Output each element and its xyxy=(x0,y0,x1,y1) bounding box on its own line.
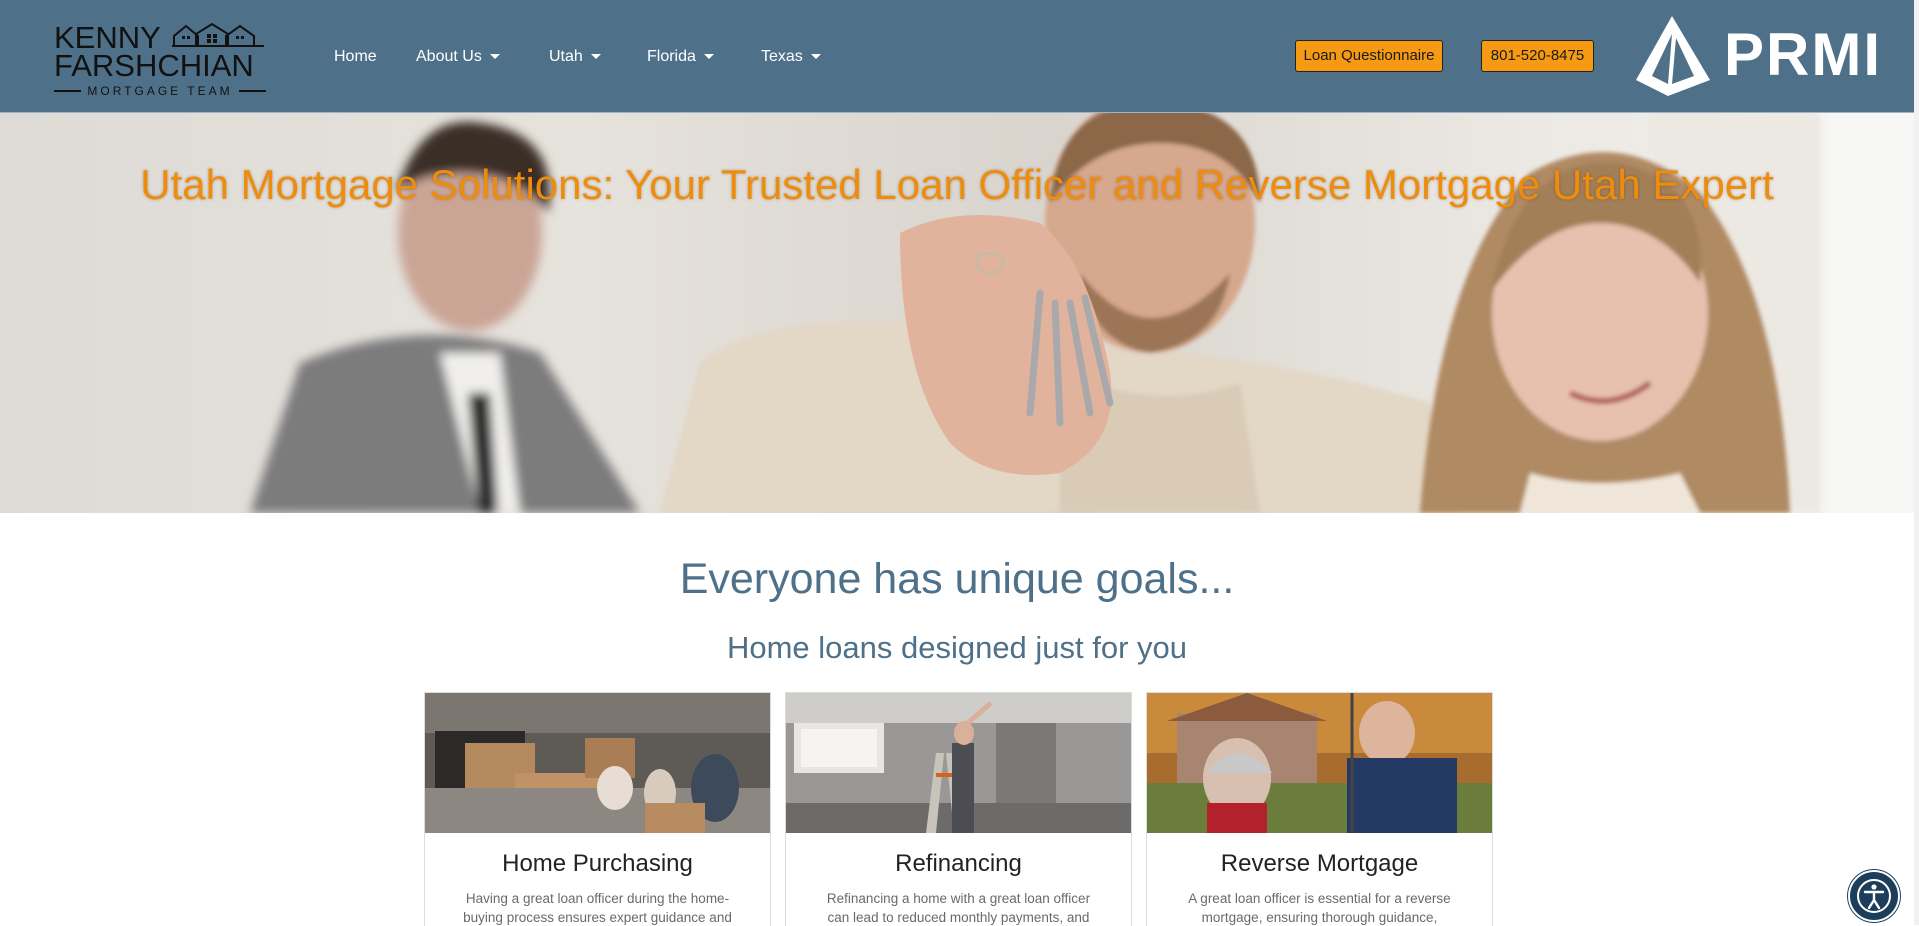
card-refinancing-title: Refinancing xyxy=(895,850,1022,877)
chevron-down-icon xyxy=(489,54,500,60)
home-purchasing-image xyxy=(425,693,770,833)
tagline-rule-right xyxy=(238,90,266,92)
hero-title: Utah Mortgage Solutions: Your Trusted Lo… xyxy=(140,161,1774,208)
goals-subheading: Home loans designed just for you xyxy=(726,630,1188,665)
refinancing-image xyxy=(786,693,1131,833)
kenny-farshchian-logo[interactable]: KENNY FARSHCHIAN MORTGAGE TEAM xyxy=(54,20,266,102)
card-reverse-mortgage[interactable]: Reverse Mortgage A great loan officer is… xyxy=(1146,692,1493,926)
hero-banner: Utah Mortgage Solutions: Your Trusted Lo… xyxy=(0,113,1919,513)
chevron-down-icon xyxy=(590,54,601,60)
logo-tagline: MORTGAGE TEAM xyxy=(54,84,266,98)
chevron-down-icon xyxy=(703,54,714,60)
nav-about-us-label: About Us xyxy=(416,48,482,65)
prmi-logo[interactable]: PRMI xyxy=(1632,14,1888,98)
houses-icon xyxy=(172,22,264,47)
card-reverse-mortgage-text: A great loan officer is essential for a … xyxy=(1188,891,1451,925)
tagline-text: MORTGAGE TEAM xyxy=(87,84,233,98)
nav-home-label: Home xyxy=(334,48,377,65)
phone-button[interactable]: 801-520-8475 xyxy=(1481,40,1594,72)
nav-about-us[interactable]: About Us xyxy=(416,44,500,70)
card-home-purchasing-text: Having a great loan officer during the h… xyxy=(463,891,732,925)
nav-texas-label: Texas xyxy=(761,48,803,65)
card-home-purchasing[interactable]: Home Purchasing Having a great loan offi… xyxy=(424,692,771,926)
goals-heading: Everyone has unique goals... xyxy=(679,555,1235,603)
scrollbar-track[interactable] xyxy=(1914,0,1919,925)
chevron-down-icon xyxy=(810,54,821,60)
card-refinancing[interactable]: Refinancing Refinancing a home with a gr… xyxy=(785,692,1132,926)
nav-florida[interactable]: Florida xyxy=(647,44,714,70)
nav-utah[interactable]: Utah xyxy=(549,44,601,70)
nav-texas[interactable]: Texas xyxy=(761,44,821,70)
card-reverse-mortgage-title: Reverse Mortgage xyxy=(1220,850,1419,877)
prmi-diamond-icon xyxy=(1636,16,1710,96)
site-header: KENNY FARSHCHIAN MORTGAGE TEAM Home Abou… xyxy=(0,0,1914,113)
reverse-mortgage-image xyxy=(1147,693,1492,833)
nav-florida-label: Florida xyxy=(647,48,696,65)
accessibility-icon xyxy=(1857,879,1891,913)
logo-line2: FARSHCHIAN xyxy=(54,48,254,83)
tagline-rule-left xyxy=(54,90,82,92)
accessibility-button[interactable] xyxy=(1848,870,1900,922)
card-refinancing-text: Refinancing a home with a great loan off… xyxy=(826,891,1091,925)
loan-questionnaire-button[interactable]: Loan Questionnaire xyxy=(1295,40,1443,72)
prmi-wordmark: PRMI xyxy=(1724,21,1882,88)
nav-home[interactable]: Home xyxy=(334,44,377,70)
card-home-purchasing-title: Home Purchasing xyxy=(502,850,693,877)
nav-utah-label: Utah xyxy=(549,48,583,65)
